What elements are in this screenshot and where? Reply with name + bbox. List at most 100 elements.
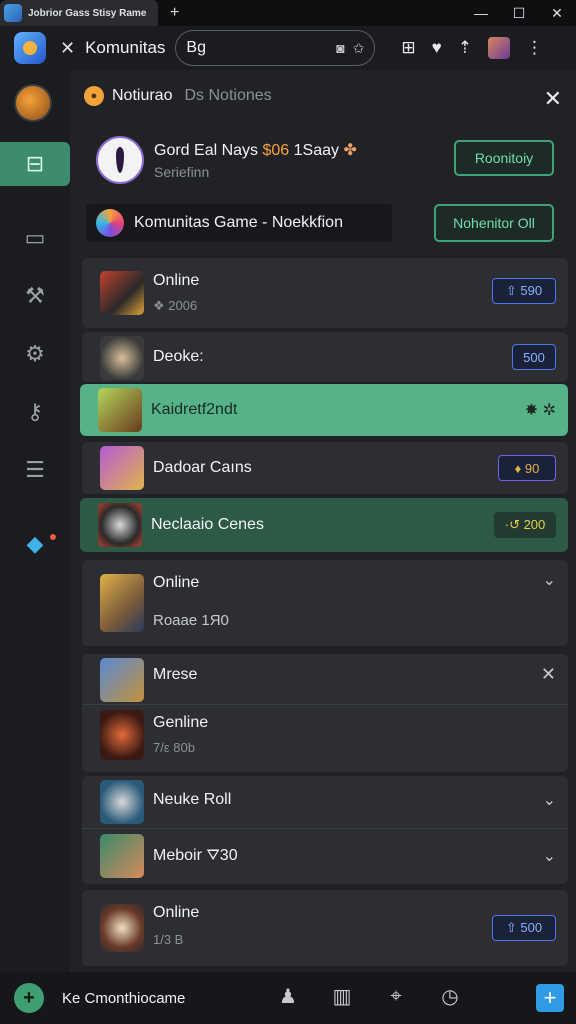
- new-tab-button[interactable]: +: [170, 4, 179, 22]
- featured-title-highlight: $06: [262, 142, 290, 159]
- item-status-icon: ✸ ✲: [524, 402, 556, 419]
- item-badge[interactable]: ·↺ 200: [494, 512, 556, 538]
- sidebar-item-store[interactable]: ⊟: [0, 142, 70, 186]
- list-group: Mrese ✕ Genline 7/ε 80b: [82, 654, 568, 772]
- window-controls: — ☐ ✕: [462, 0, 576, 26]
- pin-icon[interactable]: ⇡: [458, 38, 472, 58]
- star-icon[interactable]: ✩: [353, 40, 365, 57]
- dismiss-icon[interactable]: ✕: [541, 664, 556, 685]
- more-icon[interactable]: ⋮: [526, 38, 543, 58]
- item-title: Deoke:: [153, 348, 204, 365]
- item-badge[interactable]: ⇧ 500: [492, 915, 556, 941]
- timer-icon[interactable]: ◷: [438, 984, 462, 1009]
- expand-chevron-icon[interactable]: ⌄: [543, 570, 556, 590]
- toolbar-tools: ⊞ ♥ ⇡ ⋮: [401, 37, 543, 59]
- featured-title-tail: 1Saay: [289, 142, 339, 159]
- featured-notification[interactable]: Gord Eal Nays $06 1Saay ✤ Seriefinn: [96, 136, 357, 184]
- game-thumbnail: [100, 710, 144, 760]
- close-icon[interactable]: ✕: [60, 38, 75, 59]
- game-thumbnail: [100, 834, 144, 878]
- camera-icon[interactable]: ◙: [336, 40, 344, 56]
- list-item-selected[interactable]: Kaidretf2ndt ✸ ✲: [80, 384, 568, 436]
- store-icon: ⊟: [25, 151, 45, 176]
- close-window-button[interactable]: ✕: [538, 0, 576, 26]
- gear-icon: ⚙: [25, 341, 45, 366]
- monitor-icon: ▭: [24, 225, 46, 250]
- item-title[interactable]: Neuke Roll: [153, 791, 231, 809]
- list-item[interactable]: Online 1/3 B ⇧ 500: [82, 890, 568, 966]
- search-input[interactable]: [186, 39, 329, 57]
- community-action-button[interactable]: Nohenitor Oll: [434, 204, 554, 242]
- sidebar-item-cube[interactable]: ◆: [0, 522, 70, 566]
- extensions-icon[interactable]: ⊞: [401, 38, 415, 58]
- browser-tab[interactable]: Jobrior Gass Stisy Rame: [0, 0, 158, 26]
- item-title: Neclaaio Cenes: [151, 516, 264, 533]
- sidebar-item-library[interactable]: ▭: [0, 216, 70, 260]
- crosshair-icon[interactable]: ⌖: [384, 985, 408, 1008]
- featured-logo-icon: [96, 136, 144, 184]
- featured-action-button[interactable]: Roonitoiy: [454, 140, 554, 176]
- item-title: Online: [153, 574, 200, 591]
- community-label: Komunitas Game - Noekkfion: [134, 214, 343, 231]
- game-thumbnail: [98, 503, 142, 547]
- add-button[interactable]: +: [14, 983, 44, 1013]
- app-logo-icon[interactable]: [14, 32, 46, 64]
- columns-icon[interactable]: ▥: [330, 984, 354, 1009]
- game-thumbnail: [100, 336, 144, 380]
- item-title: Kaidretf2ndt: [151, 401, 238, 418]
- list-item[interactable]: Online ❖ 2006 ⇧ 590: [82, 258, 568, 328]
- expand-chevron-icon[interactable]: ⌄: [543, 846, 556, 866]
- item-badge[interactable]: 500: [512, 344, 556, 370]
- search-box[interactable]: ◙ ✩: [175, 30, 376, 66]
- featured-title: Gord Eal Nays $06 1Saay ✤: [154, 140, 357, 160]
- game-thumbnail: [98, 388, 142, 432]
- community-banner[interactable]: Komunitas Game - Noekkfion: [86, 204, 392, 242]
- item-badge[interactable]: ♦ 90: [498, 455, 556, 481]
- item-title: Online: [153, 904, 200, 921]
- bell-icon: ●: [84, 86, 104, 106]
- sidebar: ⊟ ▭ ⚒ ⚙ ⚷ ☰ ◆: [0, 70, 70, 972]
- sidebar-item-tools[interactable]: ⚒: [0, 274, 70, 318]
- minimize-button[interactable]: —: [462, 0, 500, 26]
- sidebar-item-settings[interactable]: ⚙: [0, 332, 70, 376]
- wrench-icon: ⚒: [25, 283, 45, 308]
- profile-avatar[interactable]: [488, 37, 511, 59]
- app-favicon-icon: [4, 4, 22, 22]
- item-subtitle: 7/ε 80b: [153, 740, 195, 755]
- list-item[interactable]: Online Roaae 1Я0 ⌄: [82, 560, 568, 646]
- list-icon: ☰: [25, 457, 45, 482]
- list-item[interactable]: Dadoar Caıns ♦ 90: [82, 442, 568, 494]
- divider: [82, 704, 568, 705]
- item-subtitle: 1/3 B: [153, 932, 184, 947]
- new-item-button[interactable]: +: [536, 984, 564, 1012]
- sidebar-item-key[interactable]: ⚷: [0, 390, 70, 434]
- key-icon: ⚷: [26, 399, 44, 424]
- expand-chevron-icon[interactable]: ⌄: [543, 790, 556, 810]
- puzzle-icon: ✤: [343, 142, 357, 159]
- list-item-highlighted[interactable]: Neclaaio Cenes ·↺ 200: [80, 498, 568, 552]
- page-title: Komunitas: [85, 38, 166, 57]
- bottom-bar: + Ke Cmonthiocame ♟ ▥ ⌖ ◷ +: [0, 972, 576, 1024]
- panel-subtitle: Ds Notiones: [184, 87, 272, 104]
- divider: [82, 828, 568, 829]
- user-avatar[interactable]: [14, 84, 52, 122]
- item-title[interactable]: Genline: [153, 714, 208, 732]
- item-badge[interactable]: ⇧ 590: [492, 278, 556, 304]
- item-title[interactable]: Mrese: [153, 666, 197, 684]
- featured-title-text: Gord Eal Nays: [154, 142, 263, 159]
- community-logo-icon: [96, 209, 124, 237]
- game-thumbnail: [100, 904, 144, 952]
- title-bar: Jobrior Gass Stisy Rame + — ☐ ✕: [0, 0, 576, 26]
- list-group: Neuke Roll ⌄ Meboir ⛛30 ⌄: [82, 776, 568, 884]
- user-icon[interactable]: ♟: [276, 984, 300, 1009]
- item-title: Online: [153, 272, 200, 289]
- item-title[interactable]: Meboir ⛛30: [153, 847, 238, 865]
- close-panel-button[interactable]: ✕: [544, 86, 562, 112]
- panel-header: ● Notiurao Ds Notiones: [84, 86, 272, 106]
- cube-icon: ◆: [26, 531, 44, 556]
- list-item[interactable]: Deoke: 500: [82, 332, 568, 382]
- notification-dot: [50, 534, 56, 540]
- maximize-button[interactable]: ☐: [500, 0, 538, 26]
- heart-icon[interactable]: ♥: [432, 38, 442, 58]
- sidebar-item-news[interactable]: ☰: [0, 448, 70, 492]
